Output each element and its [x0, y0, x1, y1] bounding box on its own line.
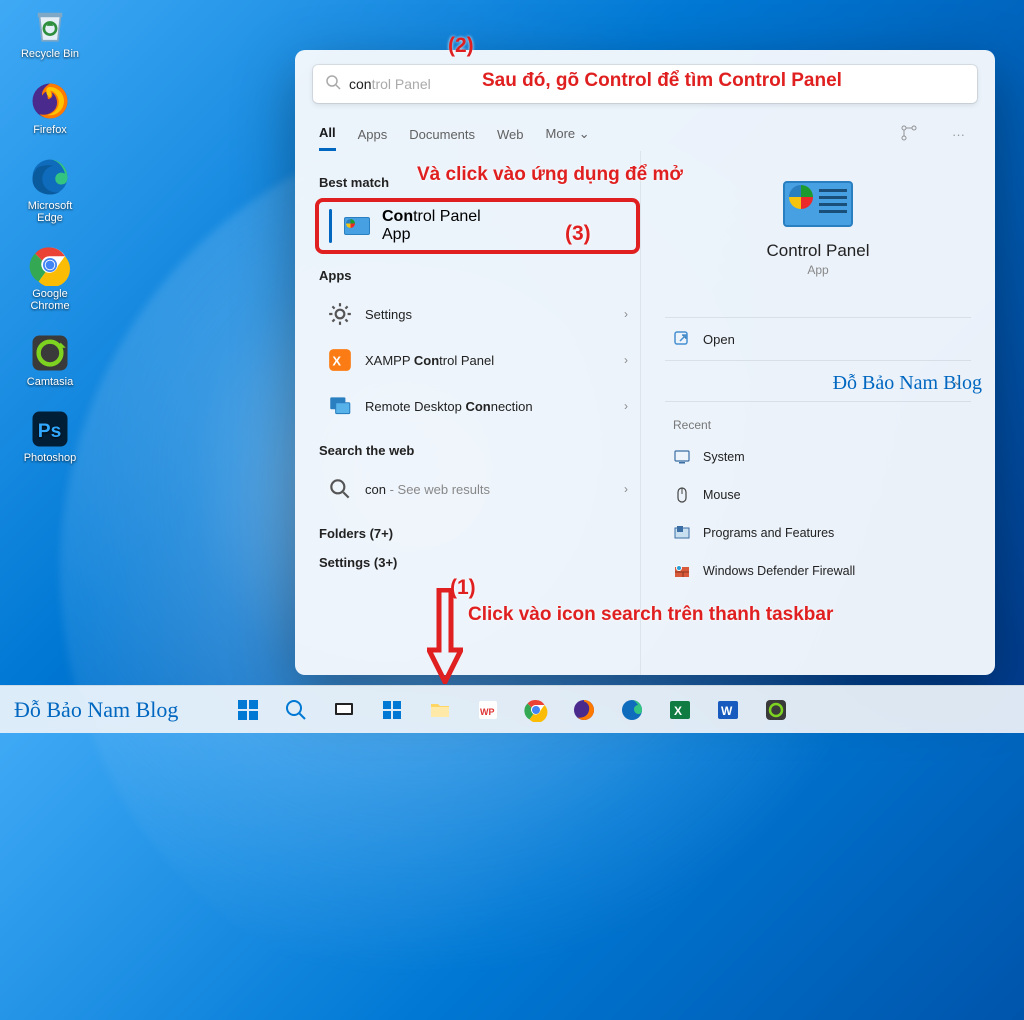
- taskbar-brand: Đỗ Bảo Nam Blog: [14, 697, 178, 723]
- tab-all[interactable]: All: [319, 117, 336, 151]
- camtasia-icon: [29, 332, 71, 374]
- tab-web[interactable]: Web: [497, 119, 524, 150]
- taskbar-word[interactable]: W: [708, 690, 748, 730]
- recent-mouse[interactable]: Mouse: [665, 476, 971, 514]
- svg-text:X: X: [674, 704, 682, 718]
- action-open[interactable]: Open: [665, 317, 971, 360]
- tab-documents[interactable]: Documents: [409, 119, 475, 150]
- svg-text:WP: WP: [480, 707, 495, 717]
- system-icon: [673, 448, 691, 466]
- search-text: control Panel: [349, 76, 431, 92]
- firefox-icon: [29, 80, 71, 122]
- svg-text:Ps: Ps: [38, 421, 62, 442]
- taskbar-excel[interactable]: X: [660, 690, 700, 730]
- desktop-icon-label: Photoshop: [24, 452, 77, 464]
- result-xampp[interactable]: X XAMPP Control Panel ›: [315, 337, 640, 383]
- desktop-icon-label: Google Chrome: [14, 288, 86, 312]
- recycle-bin-icon: [29, 4, 71, 46]
- search-input[interactable]: control Panel: [313, 65, 977, 103]
- svg-text:W: W: [721, 704, 733, 718]
- taskbar-edge[interactable]: [612, 690, 652, 730]
- firewall-icon: [673, 562, 691, 580]
- programs-icon: [673, 524, 691, 542]
- chevron-right-icon: ›: [624, 353, 628, 367]
- desktop-icon-label: Recycle Bin: [21, 48, 79, 60]
- desktop-icon-label: Camtasia: [27, 376, 73, 388]
- desktop-icon-photoshop[interactable]: Ps Photoshop: [14, 408, 86, 464]
- desktop-icon-label: Firefox: [33, 124, 67, 136]
- desktop-icon-label: Microsoft Edge: [14, 200, 86, 224]
- recent-head: Recent: [665, 401, 971, 438]
- gear-icon: [327, 301, 353, 327]
- search-web-head: Search the web: [319, 443, 636, 458]
- recent-system[interactable]: System: [665, 438, 971, 476]
- selection-bar: [329, 209, 332, 243]
- search-icon: [327, 476, 353, 502]
- best-match-sub: App: [382, 226, 410, 243]
- chevron-right-icon: ›: [624, 482, 628, 496]
- mouse-icon: [673, 486, 691, 504]
- control-panel-large-icon: [783, 181, 853, 227]
- edge-icon: [29, 156, 71, 198]
- widgets-button[interactable]: [372, 690, 412, 730]
- desktop-icon-chrome[interactable]: Google Chrome: [14, 244, 86, 312]
- svg-text:X: X: [332, 353, 341, 368]
- best-match-item[interactable]: Control Panel App: [315, 198, 640, 254]
- taskbar: Đỗ Bảo Nam Blog WP X W: [0, 685, 1024, 733]
- task-view-button[interactable]: [324, 690, 364, 730]
- open-icon: [673, 330, 691, 348]
- settings-section-head[interactable]: Settings (3+): [319, 555, 636, 570]
- watermark: Đỗ Bảo Nam Blog: [833, 372, 982, 395]
- flow-icon[interactable]: [894, 120, 924, 149]
- apps-head: Apps: [319, 268, 636, 283]
- remote-desktop-icon: [327, 393, 353, 419]
- more-options-icon[interactable]: ···: [946, 123, 971, 146]
- taskbar-camtasia[interactable]: [756, 690, 796, 730]
- tab-apps[interactable]: Apps: [358, 119, 388, 150]
- annotation-arrow-icon: [427, 588, 463, 684]
- tab-more[interactable]: More ⌄: [546, 118, 590, 150]
- search-panel: control Panel All Apps Documents Web Mor…: [295, 50, 995, 675]
- recent-programs[interactable]: Programs and Features: [665, 514, 971, 552]
- folders-head[interactable]: Folders (7+): [319, 526, 636, 541]
- xampp-icon: X: [327, 347, 353, 373]
- taskbar-search-button[interactable]: [276, 690, 316, 730]
- result-web[interactable]: con - See web results ›: [315, 466, 640, 512]
- control-panel-icon: [344, 217, 370, 235]
- taskbar-wps[interactable]: WP: [468, 690, 508, 730]
- chevron-down-icon: ⌄: [579, 126, 590, 141]
- desktop-icon-edge[interactable]: Microsoft Edge: [14, 156, 86, 224]
- best-match-head: Best match: [319, 175, 636, 190]
- desktop-icon-camtasia[interactable]: Camtasia: [14, 332, 86, 388]
- recent-firewall[interactable]: Windows Defender Firewall: [665, 552, 971, 590]
- photoshop-icon: Ps: [29, 408, 71, 450]
- taskbar-firefox[interactable]: [564, 690, 604, 730]
- desktop-icon-firefox[interactable]: Firefox: [14, 80, 86, 136]
- taskbar-chrome[interactable]: [516, 690, 556, 730]
- search-icon: [325, 74, 341, 95]
- start-button[interactable]: [228, 690, 268, 730]
- result-settings[interactable]: Settings ›: [315, 291, 640, 337]
- best-match-title: Control Panel: [382, 208, 481, 225]
- chevron-right-icon: ›: [624, 307, 628, 321]
- desktop-icon-recycle-bin[interactable]: Recycle Bin: [14, 4, 86, 60]
- chrome-icon: [29, 244, 71, 286]
- chevron-right-icon: ›: [624, 399, 628, 413]
- preview-sub: App: [807, 263, 828, 277]
- result-rdc[interactable]: Remote Desktop Connection ›: [315, 383, 640, 429]
- taskbar-explorer[interactable]: [420, 690, 460, 730]
- preview-title: Control Panel: [766, 241, 869, 261]
